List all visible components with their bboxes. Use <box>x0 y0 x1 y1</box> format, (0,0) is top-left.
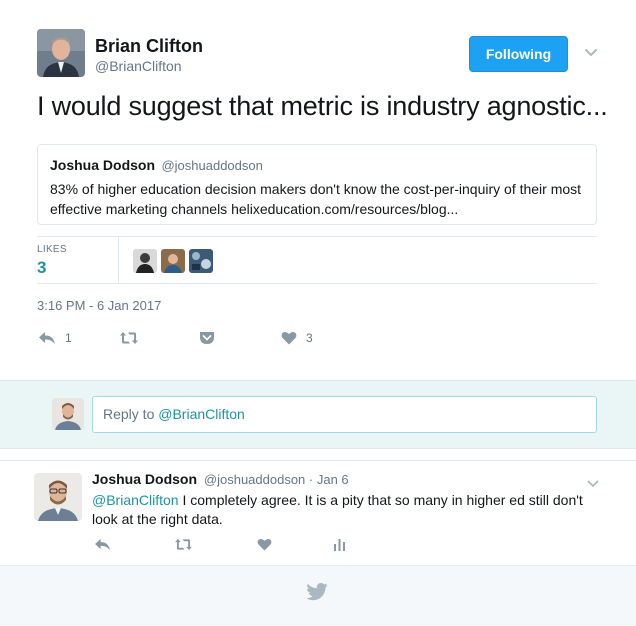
tweet-text: I would suggest that metric is industry … <box>37 91 608 121</box>
main-tweet: Brian Clifton @BrianClifton Following I … <box>0 0 636 380</box>
following-button[interactable]: Following <box>469 36 568 72</box>
likes-label: LIKES <box>37 244 67 255</box>
retweet-action[interactable] <box>174 538 193 551</box>
quote-text: 83% of higher education decision makers … <box>50 181 582 217</box>
divider <box>37 236 597 237</box>
reply-author-handle[interactable]: @joshuaddodson <box>204 472 305 487</box>
like-action[interactable]: 3 <box>281 331 313 345</box>
reply-input[interactable]: Reply to @BrianClifton <box>92 396 597 433</box>
retweet-icon <box>174 538 193 551</box>
stats-separator <box>118 237 119 283</box>
quote-author-handle: @joshuaddodson <box>161 158 263 173</box>
author-name[interactable]: Brian Clifton <box>95 36 203 57</box>
retweet-action[interactable] <box>119 331 139 345</box>
reply-text: @BrianClifton I completely agree. It is … <box>92 491 602 529</box>
reply-icon <box>94 538 111 551</box>
analytics-action[interactable] <box>333 538 346 551</box>
reply-composer: Reply to @BrianClifton <box>0 380 636 449</box>
heart-icon <box>281 331 297 345</box>
reply-separator: · <box>305 472 317 487</box>
liker-avatar[interactable] <box>161 249 185 273</box>
liker-avatar[interactable] <box>133 249 157 273</box>
reply-count: 1 <box>65 331 72 345</box>
pocket-icon <box>199 331 215 345</box>
like-count: 3 <box>306 331 313 345</box>
quote-author-name: Joshua Dodson <box>50 157 156 173</box>
reply-placeholder-prefix: Reply to <box>103 406 159 422</box>
heart-icon <box>257 538 272 551</box>
reply-author-name[interactable]: Joshua Dodson <box>92 471 197 487</box>
reply-header: Joshua Dodson @joshuaddodson · Jan 6 <box>92 471 349 487</box>
pocket-action[interactable] <box>199 331 215 345</box>
reply-icon <box>38 331 56 345</box>
analytics-icon <box>333 538 346 551</box>
reply-action[interactable]: 1 <box>38 331 72 345</box>
reply-mention[interactable]: @BrianClifton <box>92 492 179 508</box>
reply-placeholder-mention: @BrianClifton <box>158 406 245 422</box>
twitter-bird-icon <box>306 583 328 601</box>
quoted-tweet[interactable]: Joshua Dodson @joshuaddodson 83% of high… <box>37 144 597 225</box>
caret-down-icon[interactable] <box>587 475 599 488</box>
timestamp[interactable]: 3:16 PM - 6 Jan 2017 <box>37 298 161 313</box>
like-action[interactable] <box>257 538 272 551</box>
author-handle[interactable]: @BrianClifton <box>95 58 182 74</box>
divider <box>37 283 597 284</box>
author-avatar[interactable] <box>37 29 85 77</box>
reply-tweet[interactable]: Joshua Dodson @joshuaddodson · Jan 6 @Br… <box>0 460 636 564</box>
retweet-icon <box>119 331 139 345</box>
current-user-avatar <box>52 398 84 430</box>
reply-date[interactable]: Jan 6 <box>317 472 349 487</box>
likes-count[interactable]: 3 <box>37 258 46 278</box>
liker-avatar[interactable] <box>189 249 213 273</box>
reply-action[interactable] <box>94 538 111 551</box>
caret-down-icon[interactable] <box>584 45 598 57</box>
footer <box>0 565 636 626</box>
reply-author-avatar[interactable] <box>34 473 82 521</box>
